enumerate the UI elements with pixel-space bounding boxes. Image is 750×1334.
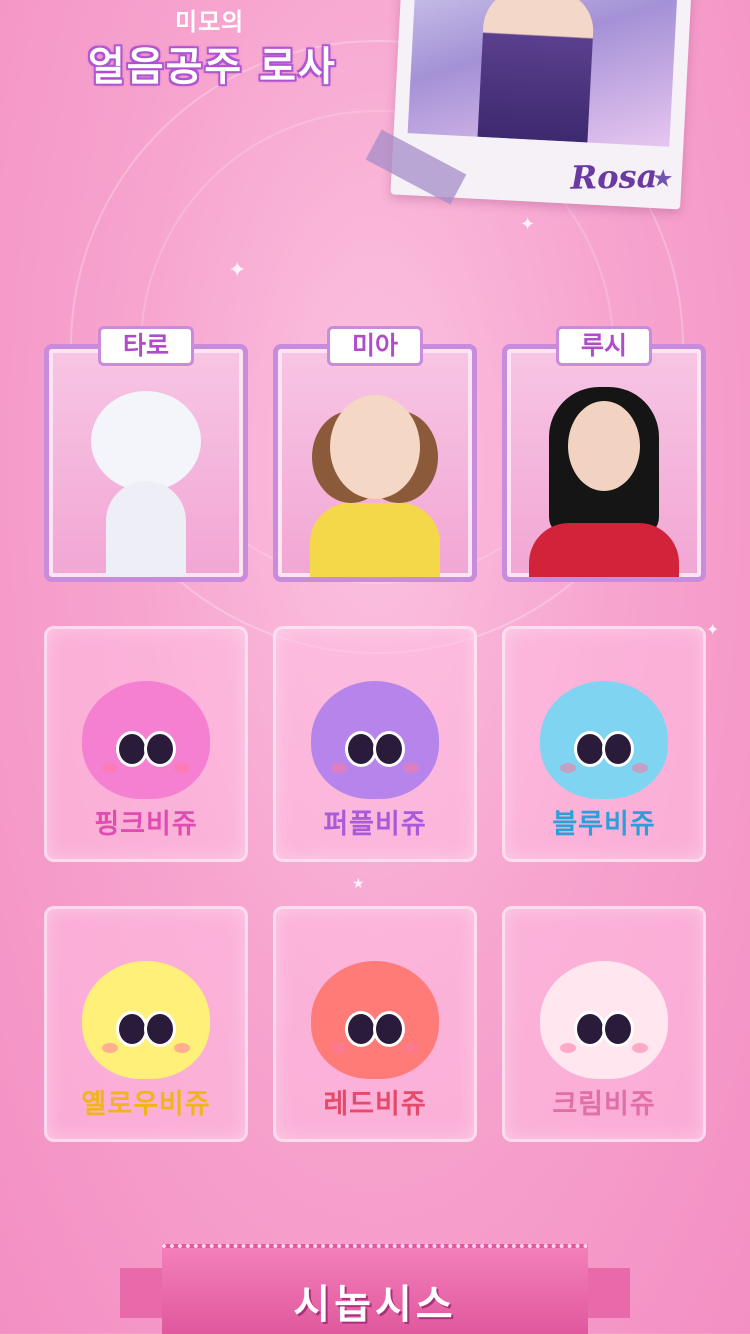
mia-head (330, 395, 420, 499)
sparkle-icon: ✦ (228, 258, 247, 283)
purple-bijou-figure (311, 681, 439, 799)
cat-body (106, 481, 186, 577)
rosa-signature: Rosa (570, 157, 658, 197)
sparkle-icon: ✦ (520, 214, 536, 235)
red-bijou-figure (311, 961, 439, 1079)
eye (144, 1011, 176, 1047)
character-name-taro: 타로 (98, 326, 194, 366)
cheek (632, 763, 648, 773)
cheek (403, 763, 419, 773)
cream-bijou-figure (540, 961, 668, 1079)
eye (373, 731, 405, 767)
cheek (174, 763, 190, 773)
eye (373, 1011, 405, 1047)
character-card-lucy[interactable] (502, 344, 706, 582)
cheek (560, 1043, 576, 1053)
cheek (331, 1043, 347, 1053)
cheek (560, 763, 576, 773)
yellow-bijou-figure (82, 961, 210, 1079)
cheek (403, 1043, 419, 1053)
taro-portrait (53, 353, 239, 577)
cheek (102, 1043, 118, 1053)
lucy-face (568, 401, 640, 491)
pink-bijou-figure (82, 681, 210, 799)
character-name-mia: 미아 (327, 326, 423, 366)
bijou-label-yellow: 옐로우비쥬 (81, 1089, 211, 1120)
rosa-figure (477, 0, 596, 143)
eye (602, 731, 634, 767)
eye (602, 1011, 634, 1047)
lucy-portrait (511, 353, 697, 577)
mia-portrait (282, 353, 468, 577)
bijou-card-red[interactable]: 레드비쥬 (273, 906, 477, 1142)
bijou-card-pink[interactable]: 핑크비쥬 (44, 626, 248, 862)
sparkle-icon: ✦ (706, 620, 720, 639)
character-card-mia[interactable] (273, 344, 477, 582)
eye (144, 731, 176, 767)
bijou-card-cream[interactable]: 크림비쥬 (502, 906, 706, 1142)
rosa-photo (407, 0, 678, 147)
mia-body (310, 503, 440, 577)
bijou-label-cream: 크림비쥬 (552, 1089, 656, 1120)
bijou-label-red: 레드비쥬 (323, 1089, 427, 1120)
synopsis-label: 시놉시스 (293, 1282, 457, 1328)
cheek (331, 763, 347, 773)
star-icon: ★ (651, 163, 675, 194)
header-subtitle: 미모의 (175, 8, 245, 36)
synopsis-banner[interactable]: 시놉시스 (162, 1244, 588, 1334)
bijou-label-blue: 블루비쥬 (552, 809, 656, 840)
sparkle-icon: ★ (352, 876, 365, 892)
cheek (632, 1043, 648, 1053)
character-card-taro[interactable] (44, 344, 248, 582)
bijou-label-purple: 퍼플비쥬 (323, 809, 427, 840)
lucy-body (529, 523, 679, 577)
cheek (102, 763, 118, 773)
cheek (174, 1043, 190, 1053)
character-name-lucy: 루시 (556, 326, 652, 366)
bijou-card-blue[interactable]: 블루비쥬 (502, 626, 706, 862)
bijou-card-yellow[interactable]: 옐로우비쥬 (44, 906, 248, 1142)
blue-bijou-figure (540, 681, 668, 799)
header-title: 얼음공주 로사 (88, 44, 337, 90)
cat-head (91, 391, 201, 491)
bijou-card-purple[interactable]: 퍼플비쥬 (273, 626, 477, 862)
bijou-label-pink: 핑크비쥬 (94, 809, 198, 840)
